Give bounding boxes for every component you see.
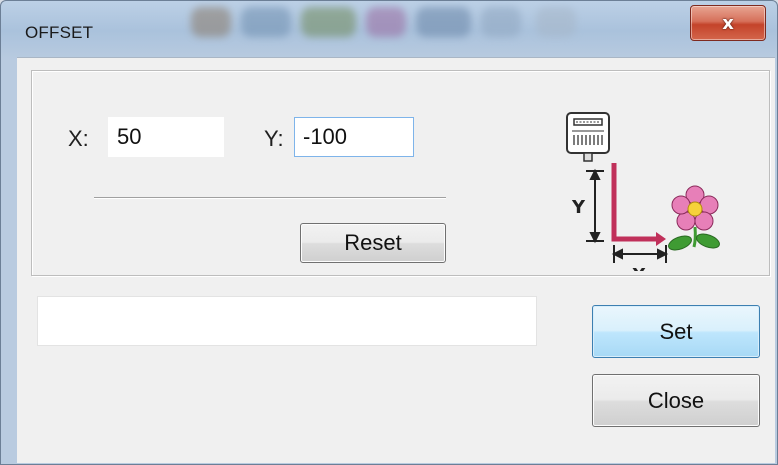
offset-group: X: Y: Reset — [31, 70, 770, 276]
y-axis-letter: Y — [571, 197, 586, 218]
offset-arrow-path — [611, 163, 658, 242]
close-button-label: Close — [647, 387, 705, 413]
offset-illustration: Y X — [566, 112, 720, 271]
status-field — [37, 296, 537, 346]
window-title: OFFSET — [25, 23, 94, 42]
offset-arrowhead — [656, 232, 666, 246]
title-bar: OFFSET x — [1, 1, 777, 57]
set-button[interactable]: Set — [592, 305, 760, 358]
y-offset-input[interactable] — [294, 117, 414, 157]
y-dimension-marker — [586, 168, 604, 244]
y-label: Y: — [264, 126, 284, 151]
dialog-client-area: X: Y: Reset — [17, 57, 775, 463]
x-dimension-marker — [611, 245, 669, 263]
close-button[interactable]: Close — [592, 374, 760, 427]
offset-dialog: OFFSET x X: Y: Reset — [0, 0, 778, 465]
set-button-label: Set — [659, 318, 693, 344]
x-offset-input[interactable] — [108, 117, 224, 157]
separator-line — [94, 197, 446, 199]
flower-icon — [668, 185, 720, 251]
window-close-button[interactable]: x — [690, 5, 766, 41]
x-axis-letter: X — [632, 265, 646, 271]
embroidery-machine-head-icon — [566, 112, 610, 162]
x-label: X: — [68, 126, 89, 151]
close-icon: x — [722, 12, 734, 34]
reset-button[interactable]: Reset — [300, 223, 446, 263]
reset-button-label: Reset — [344, 230, 402, 255]
